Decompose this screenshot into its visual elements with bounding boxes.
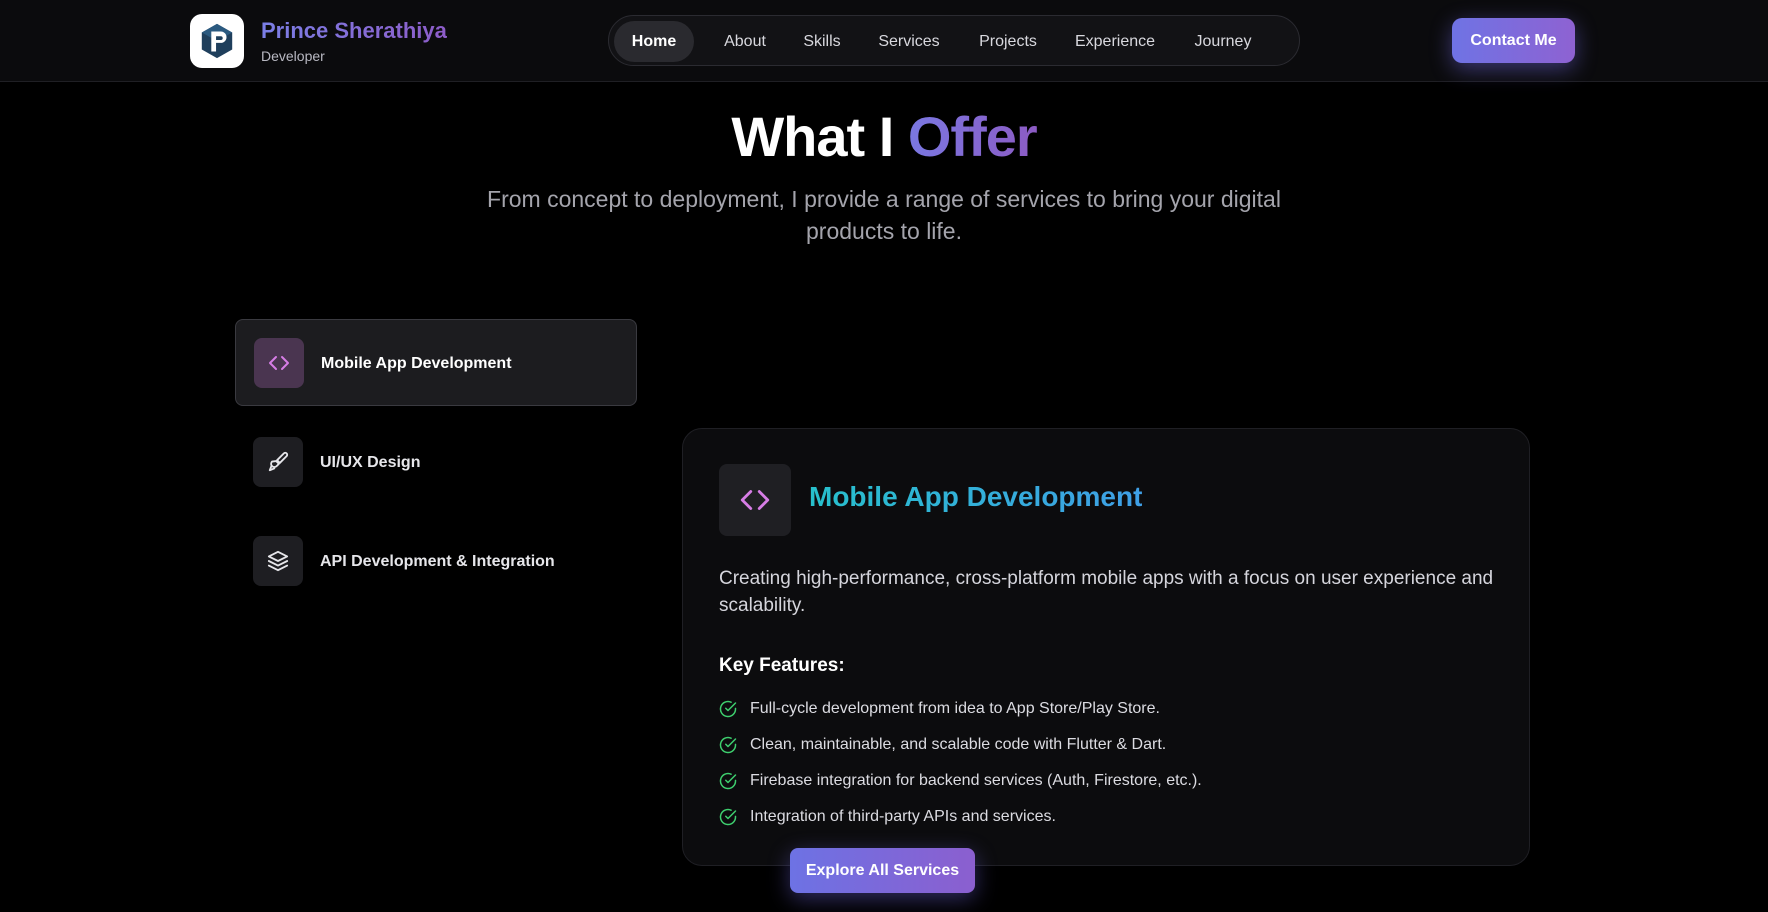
section-title-prefix: What I [731,105,894,168]
service-tab-label: Mobile App Development [321,355,512,372]
service-detail-title: Mobile App Development [809,481,1143,512]
feature-text: Clean, maintainable, and scalable code w… [750,736,1167,753]
site-header: Prince Sherathiya Developer Home About S… [0,0,1768,82]
service-detail-card: Mobile App Development Creating high-per… [682,428,1530,866]
code-icon [254,338,304,388]
service-tab-label: UI/UX Design [320,454,421,471]
logo[interactable] [190,14,244,68]
nav-home[interactable]: Home [614,21,694,62]
section-title: What I Offer [0,104,1768,169]
contact-me-button[interactable]: Contact Me [1452,18,1575,63]
feature-item: Integration of third-party APIs and serv… [719,805,1056,829]
main-nav: Home About Skills Services Projects Expe… [608,15,1300,66]
feature-text: Full-cycle development from idea to App … [750,700,1160,717]
check-circle-icon [719,808,737,826]
feature-text: Firebase integration for backend service… [750,772,1202,789]
feature-item: Firebase integration for backend service… [719,769,1202,793]
service-tab-mobile-app[interactable]: Mobile App Development [235,319,637,406]
brand-role: Developer [261,48,325,64]
service-tab-api[interactable]: API Development & Integration [235,518,637,605]
section-subtitle: From concept to deployment, I provide a … [487,186,1281,244]
nav-about[interactable]: About [710,21,780,62]
brand-name: Prince Sherathiya [261,18,447,43]
check-circle-icon [719,736,737,754]
service-detail-description: Creating high-performance, cross-platfor… [719,568,1494,616]
section-title-accent: Offer [907,105,1038,168]
feature-item: Clean, maintainable, and scalable code w… [719,733,1166,757]
nav-projects[interactable]: Projects [966,21,1050,62]
feature-text: Integration of third-party APIs and serv… [750,808,1056,825]
nav-skills[interactable]: Skills [792,21,852,62]
code-icon [719,464,791,536]
key-features-heading: Key Features: [719,655,845,676]
layers-icon [253,536,303,586]
paintbrush-icon [253,437,303,487]
nav-journey[interactable]: Journey [1180,21,1266,62]
service-tab-label: API Development & Integration [320,553,555,570]
nav-experience[interactable]: Experience [1062,21,1168,62]
service-tab-ui-ux[interactable]: UI/UX Design [235,419,637,506]
check-circle-icon [719,772,737,790]
check-circle-icon [719,700,737,718]
feature-item: Full-cycle development from idea to App … [719,697,1160,721]
p-logo-icon [201,23,233,59]
nav-services[interactable]: Services [864,21,954,62]
explore-all-services-button[interactable]: Explore All Services [790,848,975,893]
